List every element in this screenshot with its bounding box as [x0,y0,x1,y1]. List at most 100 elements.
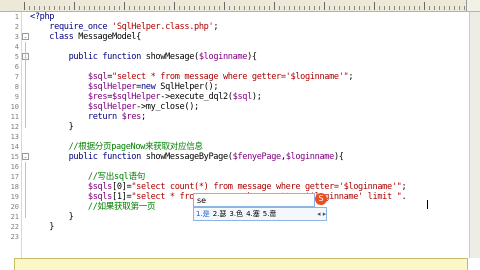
code-line[interactable]: public function showMessageByPage($fenye… [30,152,344,162]
code-line[interactable]: } [30,212,74,222]
ruler-tick [44,6,45,10]
ruler-tick [289,6,290,10]
ruler-tick [34,6,35,10]
ruler-tick [74,2,75,10]
ruler-tick [24,2,25,10]
line-number: 4 [14,43,19,51]
ruler-tick [434,6,435,10]
code-token: SqlHelper(); [155,82,219,92]
code-token: } [30,122,74,132]
code-line[interactable]: //写出sql语句 [30,172,145,182]
output-panel [14,258,468,270]
ruler-tick [349,6,350,10]
code-line[interactable]: return $res; [30,112,146,122]
ruler-tick [104,6,105,10]
ruler-tick [169,6,170,10]
code-line[interactable]: } [30,222,54,232]
line-number: 12 [10,123,19,131]
ruler-tick [394,6,395,10]
ime-input-field[interactable]: se [193,193,315,207]
code-line[interactable]: class MessageModel{ [30,32,141,42]
code-line[interactable]: $res=$sqlHelper->execute_dql2($sql); [30,92,262,102]
code-line[interactable]: $sql="select * from message where getter… [30,72,354,82]
code-token: //根据分页pageNow来获取对应信息 [68,142,203,152]
code-token: showMessageByPage( [140,152,233,162]
ruler-tick [369,6,370,10]
line-number: 13 [10,133,19,141]
ime-candidate[interactable]: 5.啬 [263,210,277,218]
ruler-tick [419,6,420,10]
ime-candidate-list[interactable]: 1.是 2.瑟 3.色 4.塞 5.啬 [193,207,327,221]
ime-candidate-window[interactable]: se S 1.是 2.瑟 3.色 4.塞 5.啬 ◂ ▸ [193,193,327,245]
code-token: //如果获取第一页 [87,202,156,212]
code-token: new [140,82,156,92]
ruler-tick [414,6,415,10]
code-token: ); [251,92,262,102]
ruler-tick [199,6,200,10]
ruler-tick [139,6,140,10]
ruler-tick [379,6,380,10]
ruler-tick [54,6,55,10]
code-token: [1]= [112,192,132,202]
ruler-tick [254,6,255,10]
line-number: 16 [10,163,19,171]
fold-guide-line [25,62,26,128]
sogou-logo-icon: S [315,193,327,205]
ruler-tick [264,6,265,10]
code-line[interactable]: } [30,122,74,132]
code-token: } [30,222,55,232]
code-token: ; [348,72,354,82]
ruler-tick [334,6,335,10]
code-line[interactable]: $sqlHelper=new SqlHelper(); [30,82,219,92]
code-token: $sqlHelper [87,82,137,92]
line-number: 19 [10,193,19,201]
ruler-tick [459,6,460,10]
ruler-tick [374,2,375,10]
ime-candidate[interactable]: 1.是 [196,210,210,218]
ruler-tick [274,2,275,10]
code-line[interactable]: require_once 'SqlHelper.class.php'; [30,22,218,32]
ruler-tick [279,6,280,10]
vertical-scrollbar[interactable] [469,12,480,258]
ruler-tick [84,6,85,10]
code-token: require_once [49,22,108,32]
fold-toggle-icon[interactable]: - [22,153,29,161]
code-token: MessageModel{ [73,32,141,42]
code-token: 'SqlHelper.class.php' [112,22,214,32]
line-number: 2 [14,23,19,31]
ruler-tick [184,6,185,10]
code-line[interactable]: <?php [30,12,54,22]
code-line[interactable]: $sqlHelper->my_close(); [30,102,199,112]
code-line[interactable]: //根据分页pageNow来获取对应信息 [30,142,203,152]
code-line[interactable]: //如果获取第一页 [30,202,156,212]
code-token: public function [68,152,142,162]
code-token: showMesage( [140,52,199,62]
ime-candidate[interactable]: 3.色 [229,210,243,218]
ruler-tick [59,6,60,10]
ruler-tick [134,6,135,10]
ruler-tick [79,6,80,10]
ime-page-arrows-icon[interactable]: ◂ ▸ [317,209,326,219]
ruler-tick [319,6,320,10]
code-line[interactable]: $sqls[0]="select count(*) from message w… [30,182,407,192]
code-token: ->my_close(); [136,102,199,112]
ruler-tick [204,6,205,10]
code-token: $sql [232,92,253,102]
line-number: 14 [10,143,19,151]
ime-candidate[interactable]: 2.瑟 [213,210,227,218]
code-token: . [401,192,412,202]
code-token: class [49,32,74,42]
ruler-tick [354,6,355,10]
ruler-tick [234,6,235,10]
code-editor[interactable]: 1 2 3 4 5 6 7 8 9 10 11 12 13 14 15 16 17 18 19 20 21 22 23 <?… [0,0,480,270]
code-token: [0]= [112,182,132,192]
line-number: 9 [14,93,19,101]
ime-candidate[interactable]: 4.塞 [246,210,260,218]
code-line[interactable]: public function showMesage($loginname){ [30,52,257,62]
ruler-tick [259,6,260,10]
fold-toggle-icon[interactable]: - [22,33,29,41]
